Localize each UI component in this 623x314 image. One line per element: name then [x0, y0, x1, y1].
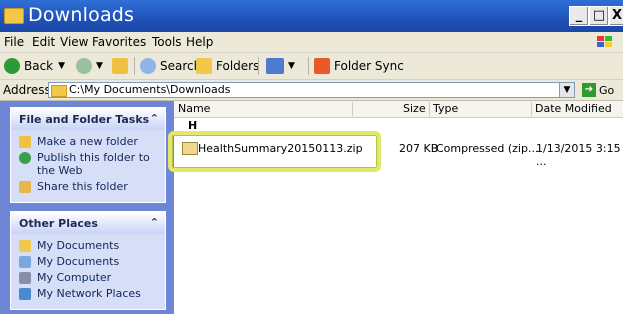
address-input[interactable]: C:\My Documents\Downloads ▼: [48, 82, 575, 98]
back-label: Back: [24, 59, 54, 73]
maximize-button[interactable]: □: [589, 6, 609, 26]
address-bar: Address C:\My Documents\Downloads ▼ ➔ Go: [0, 80, 623, 101]
window-title: Downloads: [28, 4, 135, 26]
chevron-down-icon[interactable]: ▼: [559, 83, 574, 97]
place-my-computer[interactable]: My Computer: [19, 271, 157, 284]
panel-title: File and Folder Tasks: [19, 113, 150, 126]
close-button[interactable]: X: [609, 6, 623, 26]
share-folder-icon: [19, 181, 31, 193]
task-label: Publish this folder to the Web: [37, 151, 150, 177]
views-icon: [266, 58, 284, 74]
column-name[interactable]: Name: [178, 102, 210, 115]
place-label: My Documents: [37, 255, 120, 268]
panel-header[interactable]: File and Folder Tasks ⌃: [11, 108, 165, 130]
task-make-new-folder[interactable]: Make a new folder: [19, 135, 157, 148]
column-size[interactable]: Size: [403, 102, 426, 115]
chevron-down-icon: ▼: [96, 61, 103, 71]
column-type[interactable]: Type: [433, 102, 458, 115]
address-value: C:\My Documents\Downloads: [69, 83, 231, 96]
other-places-panel: Other Places ⌃ My Documents My Documents…: [10, 211, 166, 310]
file-list: Name Size Type Date Modified H HealthSum…: [168, 101, 623, 314]
folder-sync-button[interactable]: Folder Sync: [314, 57, 404, 75]
forward-arrow-icon: [76, 58, 92, 74]
collapse-icon[interactable]: ⌃: [150, 112, 159, 125]
toolbar-divider: [258, 57, 259, 75]
place-my-network[interactable]: My Network Places: [19, 287, 157, 300]
task-label: Share this folder: [37, 180, 128, 193]
up-folder-button[interactable]: [112, 57, 132, 75]
column-date[interactable]: Date Modified: [535, 102, 612, 115]
menu-help[interactable]: Help: [186, 35, 213, 49]
network-icon: [19, 288, 31, 300]
globe-icon: [19, 152, 31, 164]
column-divider[interactable]: [531, 102, 532, 116]
column-divider[interactable]: [429, 102, 430, 116]
task-pane: File and Folder Tasks ⌃ Make a new folde…: [0, 101, 174, 314]
folder-sync-label: Folder Sync: [334, 59, 404, 73]
menu-bar: File Edit View Favorites Tools Help: [0, 32, 623, 53]
folders-button[interactable]: Folders: [196, 57, 259, 75]
chevron-down-icon: ▼: [58, 61, 66, 71]
place-label: My Network Places: [37, 287, 141, 300]
column-header-bar: Name Size Type Date Modified: [174, 101, 623, 118]
folder-sync-icon: [314, 58, 330, 74]
menu-file[interactable]: File: [4, 35, 24, 49]
toolbar: Back ▼ ▼ Search Folders ▼ Folder Sync: [0, 53, 623, 80]
up-folder-icon: [112, 58, 128, 74]
chevron-down-icon: ▼: [288, 61, 295, 71]
search-button[interactable]: Search: [140, 57, 201, 75]
title-bar: Downloads _ □ X: [0, 0, 623, 32]
collapse-icon[interactable]: ⌃: [150, 216, 159, 229]
table-row[interactable]: HealthSummary20150113.zip 207 KB Compres…: [168, 131, 623, 172]
panel-header[interactable]: Other Places ⌃: [11, 212, 165, 234]
panel-title: Other Places: [19, 217, 98, 230]
menu-view[interactable]: View: [60, 35, 88, 49]
task-label: Make a new folder: [37, 135, 138, 148]
documents-icon: [19, 256, 31, 268]
folder-icon: [51, 85, 67, 97]
new-folder-icon: [19, 136, 31, 148]
place-my-documents[interactable]: My Documents: [19, 239, 157, 252]
file-date: 1/13/2015 3:15 ...: [536, 142, 621, 168]
toolbar-divider: [308, 57, 309, 75]
menu-tools[interactable]: Tools: [152, 35, 182, 49]
views-button[interactable]: ▼: [266, 57, 295, 75]
forward-button[interactable]: ▼: [76, 57, 103, 75]
file-type: Compressed (zip...: [436, 142, 539, 155]
toolbar-divider: [134, 57, 135, 75]
folder-icon: [19, 240, 31, 252]
folder-icon: [4, 8, 24, 24]
task-share-folder[interactable]: Share this folder: [19, 180, 157, 193]
minimize-button[interactable]: _: [569, 6, 589, 26]
back-arrow-icon: [4, 58, 20, 74]
task-publish-web[interactable]: Publish this folder to the Web: [19, 151, 157, 177]
go-button[interactable]: ➔ Go: [582, 83, 614, 97]
go-label: Go: [599, 83, 615, 97]
search-icon: [140, 58, 156, 74]
windows-logo-icon: [597, 36, 612, 47]
menu-favorites[interactable]: Favorites: [92, 35, 146, 49]
file-size: 207 KB: [399, 142, 439, 155]
place-my-documents-2[interactable]: My Documents: [19, 255, 157, 268]
back-button[interactable]: Back ▼: [4, 57, 65, 75]
menu-edit[interactable]: Edit: [32, 35, 55, 49]
go-arrow-icon: ➔: [582, 83, 596, 97]
address-label: Address: [3, 83, 51, 97]
computer-icon: [19, 272, 31, 284]
zip-file-icon: [182, 142, 198, 155]
column-divider[interactable]: [352, 102, 353, 116]
folders-label: Folders: [216, 59, 260, 73]
place-label: My Documents: [37, 239, 120, 252]
file-folder-tasks-panel: File and Folder Tasks ⌃ Make a new folde…: [10, 107, 166, 203]
place-label: My Computer: [37, 271, 112, 284]
folders-icon: [196, 58, 212, 74]
file-name: HealthSummary20150113.zip: [198, 142, 363, 155]
